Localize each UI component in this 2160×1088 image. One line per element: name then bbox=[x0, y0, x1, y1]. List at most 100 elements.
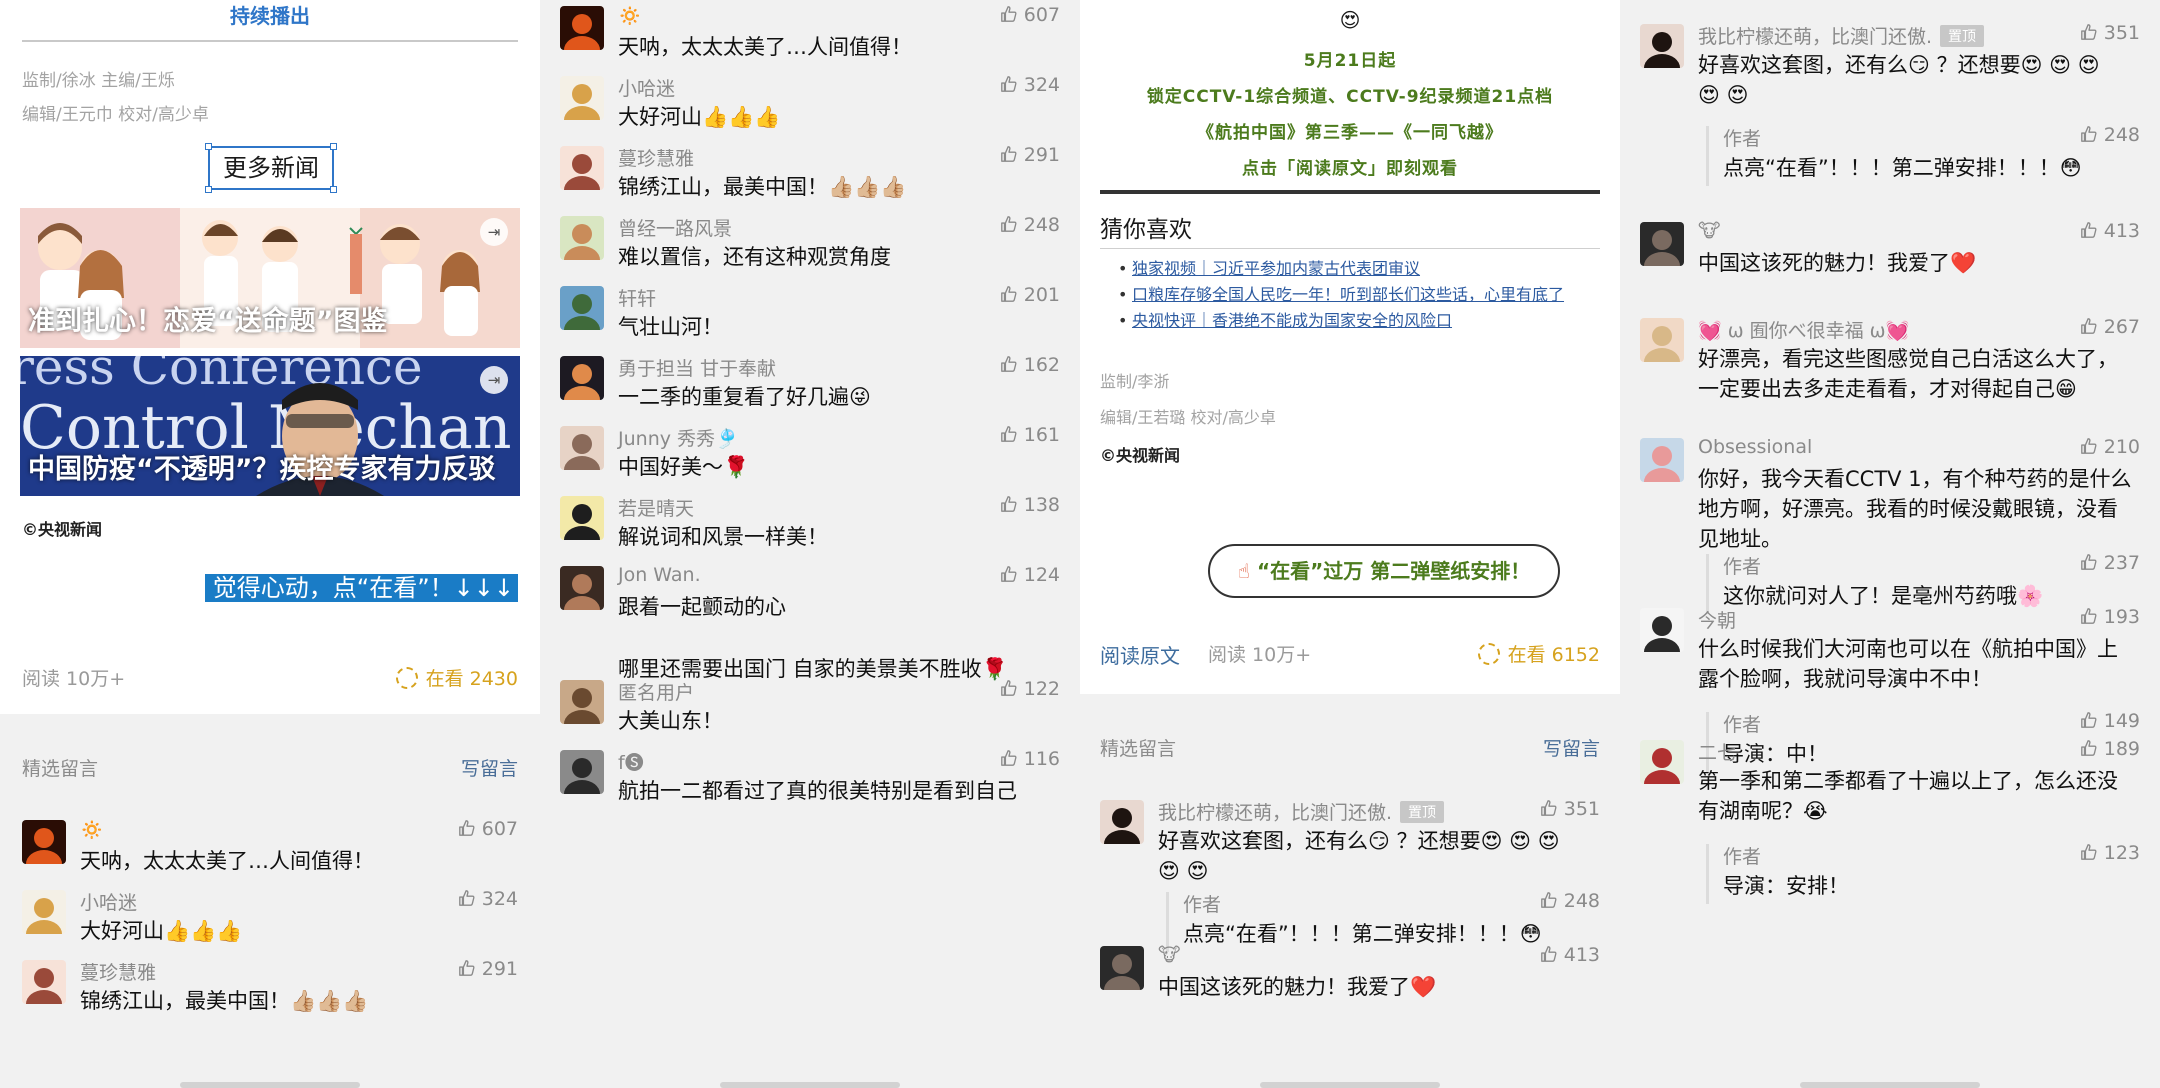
avatar[interactable] bbox=[22, 890, 66, 934]
write-comment-link[interactable]: 写留言 bbox=[1543, 734, 1600, 761]
like-count: 161 bbox=[1023, 424, 1060, 446]
thumbs-up-icon bbox=[458, 960, 475, 976]
commenter-name[interactable]: 💓 ω 囿你べ很幸福 ω💓 bbox=[1698, 316, 1909, 343]
commenter-name[interactable]: 🔅 bbox=[80, 818, 104, 841]
commenter-name[interactable]: 勇于担当 甘于奉献 bbox=[618, 354, 776, 381]
like-button[interactable]: 161 bbox=[1000, 424, 1060, 446]
commenter-name[interactable]: 轩轩 bbox=[618, 284, 656, 311]
commenter-name[interactable]: 曾经一路风景 bbox=[618, 214, 732, 241]
like-button[interactable]: 122 bbox=[1000, 678, 1060, 700]
avatar[interactable] bbox=[560, 76, 604, 120]
avatar[interactable] bbox=[560, 496, 604, 540]
like-button[interactable]: 607 bbox=[458, 818, 518, 840]
author-reply: 作者 点亮“在看”！！！第二弹安排！！！😳 248 bbox=[1166, 890, 1600, 952]
avatar[interactable] bbox=[560, 286, 604, 330]
related-link[interactable]: 央视快评｜香港绝不能成为国家安全的风险口 bbox=[1118, 310, 1600, 332]
like-button[interactable]: 607 bbox=[1000, 4, 1060, 26]
avatar[interactable] bbox=[1640, 740, 1684, 784]
write-comment-link[interactable]: 写留言 bbox=[461, 754, 518, 781]
related-link[interactable]: 独家视频｜习近平参加内蒙古代表团审议 bbox=[1118, 258, 1600, 280]
read-original-link[interactable]: 阅读原文 bbox=[1100, 640, 1180, 669]
pointer-icon: ☝ bbox=[1237, 559, 1257, 583]
like-count: 237 bbox=[2103, 552, 2140, 574]
like-button[interactable]: 351 bbox=[1540, 798, 1600, 820]
share-icon[interactable]: ⇥ bbox=[480, 366, 508, 394]
like-button[interactable]: 237 bbox=[2080, 552, 2140, 574]
like-button[interactable]: 124 bbox=[1000, 564, 1060, 586]
avatar[interactable] bbox=[1100, 800, 1144, 844]
avatar[interactable] bbox=[560, 566, 604, 610]
avatar[interactable] bbox=[1640, 318, 1684, 362]
like-button[interactable]: 413 bbox=[2080, 220, 2140, 242]
avatar[interactable] bbox=[22, 960, 66, 1004]
reply-text: 导演：中！ bbox=[1723, 742, 1828, 766]
avatar[interactable] bbox=[1100, 946, 1144, 990]
like-count: 189 bbox=[2103, 738, 2140, 760]
like-button[interactable]: 248 bbox=[2080, 124, 2140, 146]
article-body: 😍 5月21日起 锁定CCTV-1综合频道、CCTV-9纪录频道21点档 《航拍… bbox=[1080, 0, 1620, 694]
like-button[interactable]: 162 bbox=[1000, 354, 1060, 376]
like-button[interactable]: 291 bbox=[458, 958, 518, 980]
avatar[interactable] bbox=[560, 356, 604, 400]
like-button[interactable]: 324 bbox=[1000, 74, 1060, 96]
like-button[interactable]: 189 bbox=[2080, 738, 2140, 760]
like-button[interactable]: 291 bbox=[1000, 144, 1060, 166]
like-button[interactable]: 248 bbox=[1540, 890, 1600, 912]
like-button[interactable]: 116 bbox=[1000, 748, 1060, 770]
like-button[interactable]: 351 bbox=[2080, 22, 2140, 44]
like-button[interactable]: 413 bbox=[1540, 944, 1600, 966]
news-thumbnail-love[interactable]: ⇥ 准到扎心！恋爱“送命题”图鉴 bbox=[20, 208, 520, 348]
related-link[interactable]: 口粮库存够全国人民吃一年！听到部长们这些话，心里有底了 bbox=[1118, 284, 1600, 306]
avatar[interactable] bbox=[560, 426, 604, 470]
avatar[interactable] bbox=[1640, 24, 1684, 68]
thumbs-up-icon bbox=[1000, 6, 1017, 22]
commenter-name[interactable]: Obsessional bbox=[1698, 436, 1812, 458]
reply-author: 作者 bbox=[1723, 128, 1762, 150]
author-reply: 作者 导演：中！ 149 bbox=[1706, 710, 2140, 772]
commenter-name[interactable]: 我比柠檬还萌，比澳门还傲. 置顶 bbox=[1698, 22, 1985, 49]
commenter-name[interactable]: 若是晴天 bbox=[618, 494, 694, 521]
avatar[interactable] bbox=[560, 6, 604, 50]
thumbnail-caption: 中国防疫“不透明”？疾控专家有力反驳 bbox=[28, 454, 496, 485]
avatar[interactable] bbox=[560, 216, 604, 260]
commenter-name[interactable]: 今朝 bbox=[1698, 606, 1736, 633]
avatar[interactable] bbox=[22, 820, 66, 864]
wow-button[interactable]: 在看 6152 bbox=[1477, 640, 1600, 667]
avatar[interactable] bbox=[560, 146, 604, 190]
like-button[interactable]: 210 bbox=[2080, 436, 2140, 458]
commenter-name[interactable]: 小哈迷 bbox=[80, 888, 137, 915]
commenter-name[interactable]: 二七 bbox=[1698, 738, 1736, 765]
share-icon[interactable]: ⇥ bbox=[480, 218, 508, 246]
like-count: 124 bbox=[1023, 564, 1060, 586]
commenter-name[interactable]: 蔓珍慧雅 bbox=[80, 958, 156, 985]
commenter-name[interactable]: 🐮 bbox=[1158, 944, 1181, 966]
avatar[interactable] bbox=[560, 750, 604, 794]
wow-button[interactable]: 在看 2430 bbox=[395, 664, 518, 691]
news-thumbnail-epidemic[interactable]: ress Conference Control Mechan ⇥ 中国防疫“不透… bbox=[20, 356, 520, 496]
commenter-name[interactable]: 蔓珍慧雅 bbox=[618, 144, 694, 171]
thumbs-up-icon bbox=[1000, 750, 1017, 766]
commenter-name[interactable]: 我比柠檬还萌，比澳门还傲. 置顶 bbox=[1158, 798, 1445, 825]
author-reply: 作者 这你就问对人了！是亳州芍药哦🌸 237 bbox=[1706, 552, 2140, 614]
like-button[interactable]: 149 bbox=[2080, 710, 2140, 732]
commenter-name[interactable]: 🔅 bbox=[618, 4, 642, 27]
comment-text: 跟着一起颤动的心 bbox=[618, 595, 786, 619]
like-button[interactable]: 193 bbox=[2080, 606, 2140, 628]
like-button[interactable]: 201 bbox=[1000, 284, 1060, 306]
like-button[interactable]: 123 bbox=[2080, 842, 2140, 864]
avatar[interactable] bbox=[560, 680, 604, 724]
commenter-name[interactable]: 🐮 bbox=[1698, 220, 1721, 242]
commenter-name[interactable]: 匿名用户 bbox=[618, 678, 694, 705]
commenter-name[interactable]: Junny 秀秀🎐 bbox=[618, 424, 739, 451]
commenter-name[interactable]: Jon Wan. bbox=[618, 564, 701, 586]
like-button[interactable]: 248 bbox=[1000, 214, 1060, 236]
commenter-name[interactable]: f🅢 bbox=[618, 748, 644, 775]
like-button[interactable]: 267 bbox=[2080, 316, 2140, 338]
like-button[interactable]: 138 bbox=[1000, 494, 1060, 516]
commenter-name[interactable]: 小哈迷 bbox=[618, 74, 675, 101]
like-count: 123 bbox=[2103, 842, 2140, 864]
avatar[interactable] bbox=[1640, 608, 1684, 652]
avatar[interactable] bbox=[1640, 438, 1684, 482]
like-button[interactable]: 324 bbox=[458, 888, 518, 910]
avatar[interactable] bbox=[1640, 222, 1684, 266]
